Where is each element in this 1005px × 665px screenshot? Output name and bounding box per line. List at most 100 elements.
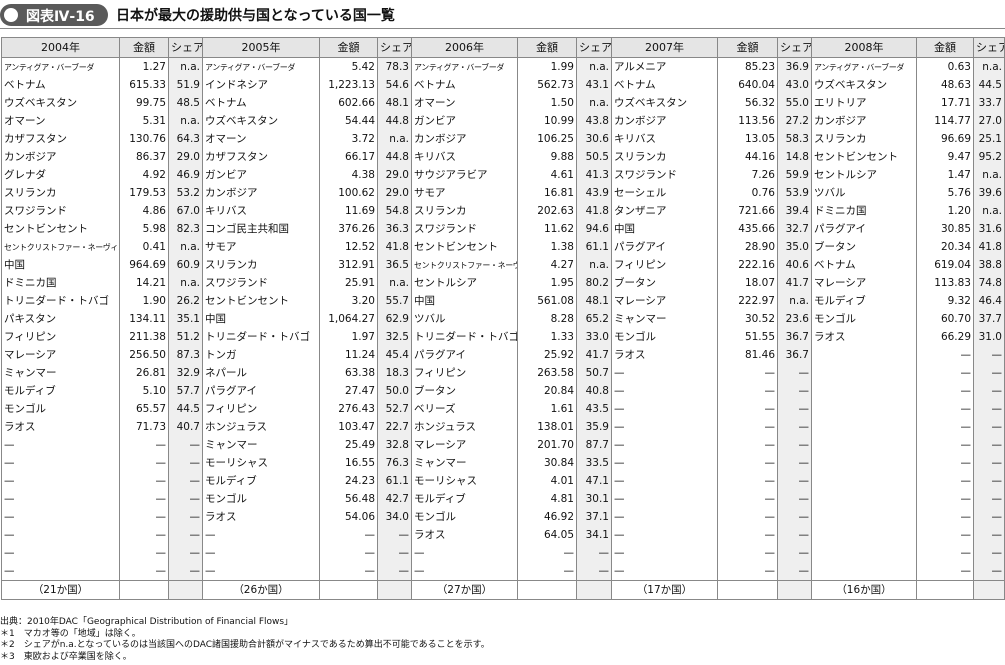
share-cell: —: [973, 400, 1005, 418]
share-cell: 62.9: [377, 310, 412, 328]
share-cell: 44.5: [973, 76, 1005, 94]
share-cell: n.a.: [973, 57, 1005, 76]
table-row: カンボジア 86.37 29.0 カザフスタン 66.17 44.8 キリバス 9.88 50.…: [1, 148, 1005, 166]
share-cell: —: [576, 544, 612, 562]
country-cell: サモア: [411, 184, 518, 202]
amount-cell: 9.88: [517, 148, 577, 166]
country-cell: ホンジュラス: [202, 418, 320, 436]
amount-cell: 26.81: [119, 364, 169, 382]
country-cell: ラオス: [202, 508, 320, 526]
country-cell: —: [611, 472, 718, 490]
amount-cell: 25.91: [319, 274, 378, 292]
share-cell: 39.6: [973, 184, 1005, 202]
table-row: セントクリストファー・ネーヴィス 0.41 n.a. サモア 12.52 41.8 セントビ…: [1, 238, 1005, 256]
amount-cell: —: [916, 436, 974, 454]
amount-cell: —: [717, 382, 778, 400]
country-cell: スリランカ: [811, 130, 917, 148]
share-cell: 29.0: [377, 166, 412, 184]
year-header: 2008年: [811, 37, 917, 58]
share-cell: 25.1: [973, 130, 1005, 148]
amount-cell: —: [319, 544, 378, 562]
amount-cell: 9.47: [916, 148, 974, 166]
country-cell: —: [611, 562, 718, 581]
country-cell: トリニダード・トバゴ: [202, 328, 320, 346]
country-cell: アンティグア・バーブーダ: [202, 57, 320, 76]
share-cell: 78.3: [377, 57, 412, 76]
country-cell: コンゴ民主共和国: [202, 220, 320, 238]
country-cell: ホンジュラス: [411, 418, 518, 436]
country-cell: [811, 526, 917, 544]
amount-cell: 8.28: [517, 310, 577, 328]
share-cell: —: [973, 454, 1005, 472]
table-row: モンゴル 65.57 44.5 フィリピン 276.43 52.7 ベリーズ 1.61 43.5…: [1, 400, 1005, 418]
amount-header: 金額: [319, 37, 378, 58]
country-cell: ガンビア: [202, 166, 320, 184]
share-cell: 33.7: [973, 94, 1005, 112]
share-cell: —: [168, 526, 203, 544]
amount-cell: —: [916, 364, 974, 382]
country-cell: —: [1, 508, 120, 526]
country-cell: カザフスタン: [202, 148, 320, 166]
country-cell: [811, 418, 917, 436]
share-cell: —: [973, 526, 1005, 544]
share-cell: 44.8: [377, 112, 412, 130]
share-cell: 54.6: [377, 76, 412, 94]
country-cell: —: [611, 490, 718, 508]
amount-cell: 3.20: [319, 292, 378, 310]
table-row: ベトナム 615.33 51.9 インドネシア 1,223.13 54.6 ベトナム 562.…: [1, 76, 1005, 94]
share-cell: —: [777, 490, 812, 508]
country-cell: カンボジア: [202, 184, 320, 202]
country-cell: アンティグア・バーブーダ: [411, 57, 518, 76]
amount-cell: 54.06: [319, 508, 378, 526]
share-cell: —: [168, 544, 203, 562]
country-cell: —: [611, 436, 718, 454]
amount-cell: 11.69: [319, 202, 378, 220]
amount-cell: —: [119, 508, 169, 526]
country-cell: —: [202, 526, 320, 544]
share-cell: 36.7: [777, 328, 812, 346]
amount-cell: 86.37: [119, 148, 169, 166]
amount-cell: 5.31: [119, 112, 169, 130]
country-cell: —: [1, 526, 120, 544]
country-cell: スリランカ: [1, 184, 120, 202]
country-cell: スリランカ: [202, 256, 320, 274]
share-cell: n.a.: [168, 274, 203, 292]
share-cell: 31.0: [973, 328, 1005, 346]
share-cell: 23.6: [777, 310, 812, 328]
country-cell: ラオス: [1, 418, 120, 436]
amount-cell: —: [119, 436, 169, 454]
share-cell: —: [377, 526, 412, 544]
country-cell: —: [202, 562, 320, 581]
country-cell: フィリピン: [1, 328, 120, 346]
share-cell: —: [777, 562, 812, 581]
amount-cell: 30.52: [717, 310, 778, 328]
empty-cell: [576, 580, 612, 600]
amount-cell: 99.75: [119, 94, 169, 112]
amount-cell: 5.10: [119, 382, 169, 400]
country-count-cell: （17か国）: [611, 580, 718, 600]
share-cell: 32.8: [377, 436, 412, 454]
country-cell: —: [1, 472, 120, 490]
amount-cell: 16.81: [517, 184, 577, 202]
country-count-cell: （27か国）: [411, 580, 518, 600]
country-cell: キリバス: [611, 130, 718, 148]
table-row: ラオス 71.73 40.7 ホンジュラス 103.47 22.7 ホンジュラス 138.01…: [1, 418, 1005, 436]
year-header: 2007年: [611, 37, 718, 58]
share-cell: —: [777, 418, 812, 436]
country-cell: —: [611, 526, 718, 544]
share-cell: 41.7: [576, 346, 612, 364]
share-cell: 59.9: [777, 166, 812, 184]
amount-cell: 0.76: [717, 184, 778, 202]
share-cell: —: [777, 544, 812, 562]
table-row: — — — — — — — — — — — — — —: [1, 544, 1005, 562]
country-cell: キリバス: [202, 202, 320, 220]
amount-cell: 263.58: [517, 364, 577, 382]
amount-cell: 81.46: [717, 346, 778, 364]
share-cell: 61.1: [377, 472, 412, 490]
amount-cell: —: [916, 400, 974, 418]
country-cell: —: [411, 562, 518, 581]
amount-cell: 0.41: [119, 238, 169, 256]
share-cell: 27.2: [777, 112, 812, 130]
country-cell: カンボジア: [411, 130, 518, 148]
share-cell: —: [973, 418, 1005, 436]
